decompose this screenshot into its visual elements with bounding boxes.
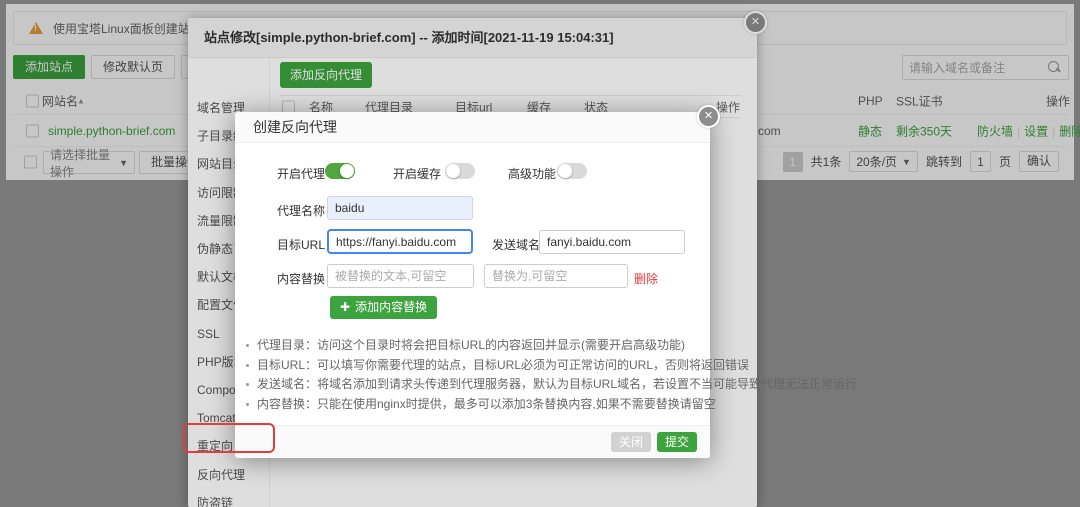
enable-cache-toggle[interactable] <box>445 163 475 179</box>
toggle-knob <box>446 164 460 178</box>
enable-proxy-toggle[interactable] <box>325 163 355 179</box>
target-url-input[interactable] <box>327 229 473 254</box>
advanced-feature-toggle[interactable] <box>557 163 587 179</box>
proxy-name-label: 代理名称 <box>277 204 326 218</box>
proxy-name-input[interactable] <box>327 196 473 220</box>
replace-to-input[interactable] <box>484 264 628 288</box>
content-replace-label: 内容替换 <box>277 272 326 286</box>
advanced-feature-label: 高级功能 <box>508 167 557 181</box>
delete-replace-link[interactable]: 删除 <box>634 270 658 287</box>
dialog-footer: 关闭 提交 <box>235 425 710 458</box>
enable-proxy-label: 开启代理 <box>277 167 326 181</box>
toggle-knob <box>340 164 354 178</box>
replace-from-input[interactable] <box>327 264 474 288</box>
screen: 使用宝塔Linux面板创建站点时会自动创 添加站点 修改默认页 默认站点 网站名… <box>0 0 1080 507</box>
target-url-label: 目标URL <box>277 238 326 252</box>
plus-icon: ✚ <box>340 300 351 314</box>
close-button[interactable]: 关闭 <box>610 432 651 452</box>
toggle-knob <box>558 164 572 178</box>
note-proxy-dir: 代理目录：访问这个目录时将会把目标URL的内容返回并显示(需要开启高级功能) <box>245 336 695 356</box>
note-send-domain: 发送域名：将域名添加到请求头传递到代理服务器，默认为目标URL域名，若设置不当可… <box>245 375 857 395</box>
create-reverse-proxy-dialog: 创建反向代理 ✕ 开启代理 开启缓存 高级功能 代理名称 目标URL 发送域名 … <box>235 105 857 458</box>
submit-button[interactable]: 提交 <box>656 432 697 452</box>
add-content-replace-button[interactable]: ✚ 添加内容替换 <box>330 296 438 319</box>
note-content-replace: 内容替换：只能在使用nginx时提供，最多可以添加3条替换内容,如果不需要替换请… <box>245 395 716 415</box>
add-content-replace-label: 添加内容替换 <box>355 300 428 314</box>
help-notes: 代理目录：访问这个目录时将会把目标URL的内容返回并显示(需要开启高级功能) 目… <box>245 336 857 415</box>
note-target-url: 目标URL：可以填写你需要代理的站点，目标URL必须为可正常访问的URL，否则将… <box>245 356 749 376</box>
send-domain-label: 发送域名 <box>492 238 541 252</box>
dialog-title: 创建反向代理 <box>235 112 710 143</box>
enable-cache-label: 开启缓存 <box>393 167 442 181</box>
send-domain-input[interactable] <box>539 230 685 254</box>
close-icon[interactable]: ✕ <box>697 105 720 128</box>
